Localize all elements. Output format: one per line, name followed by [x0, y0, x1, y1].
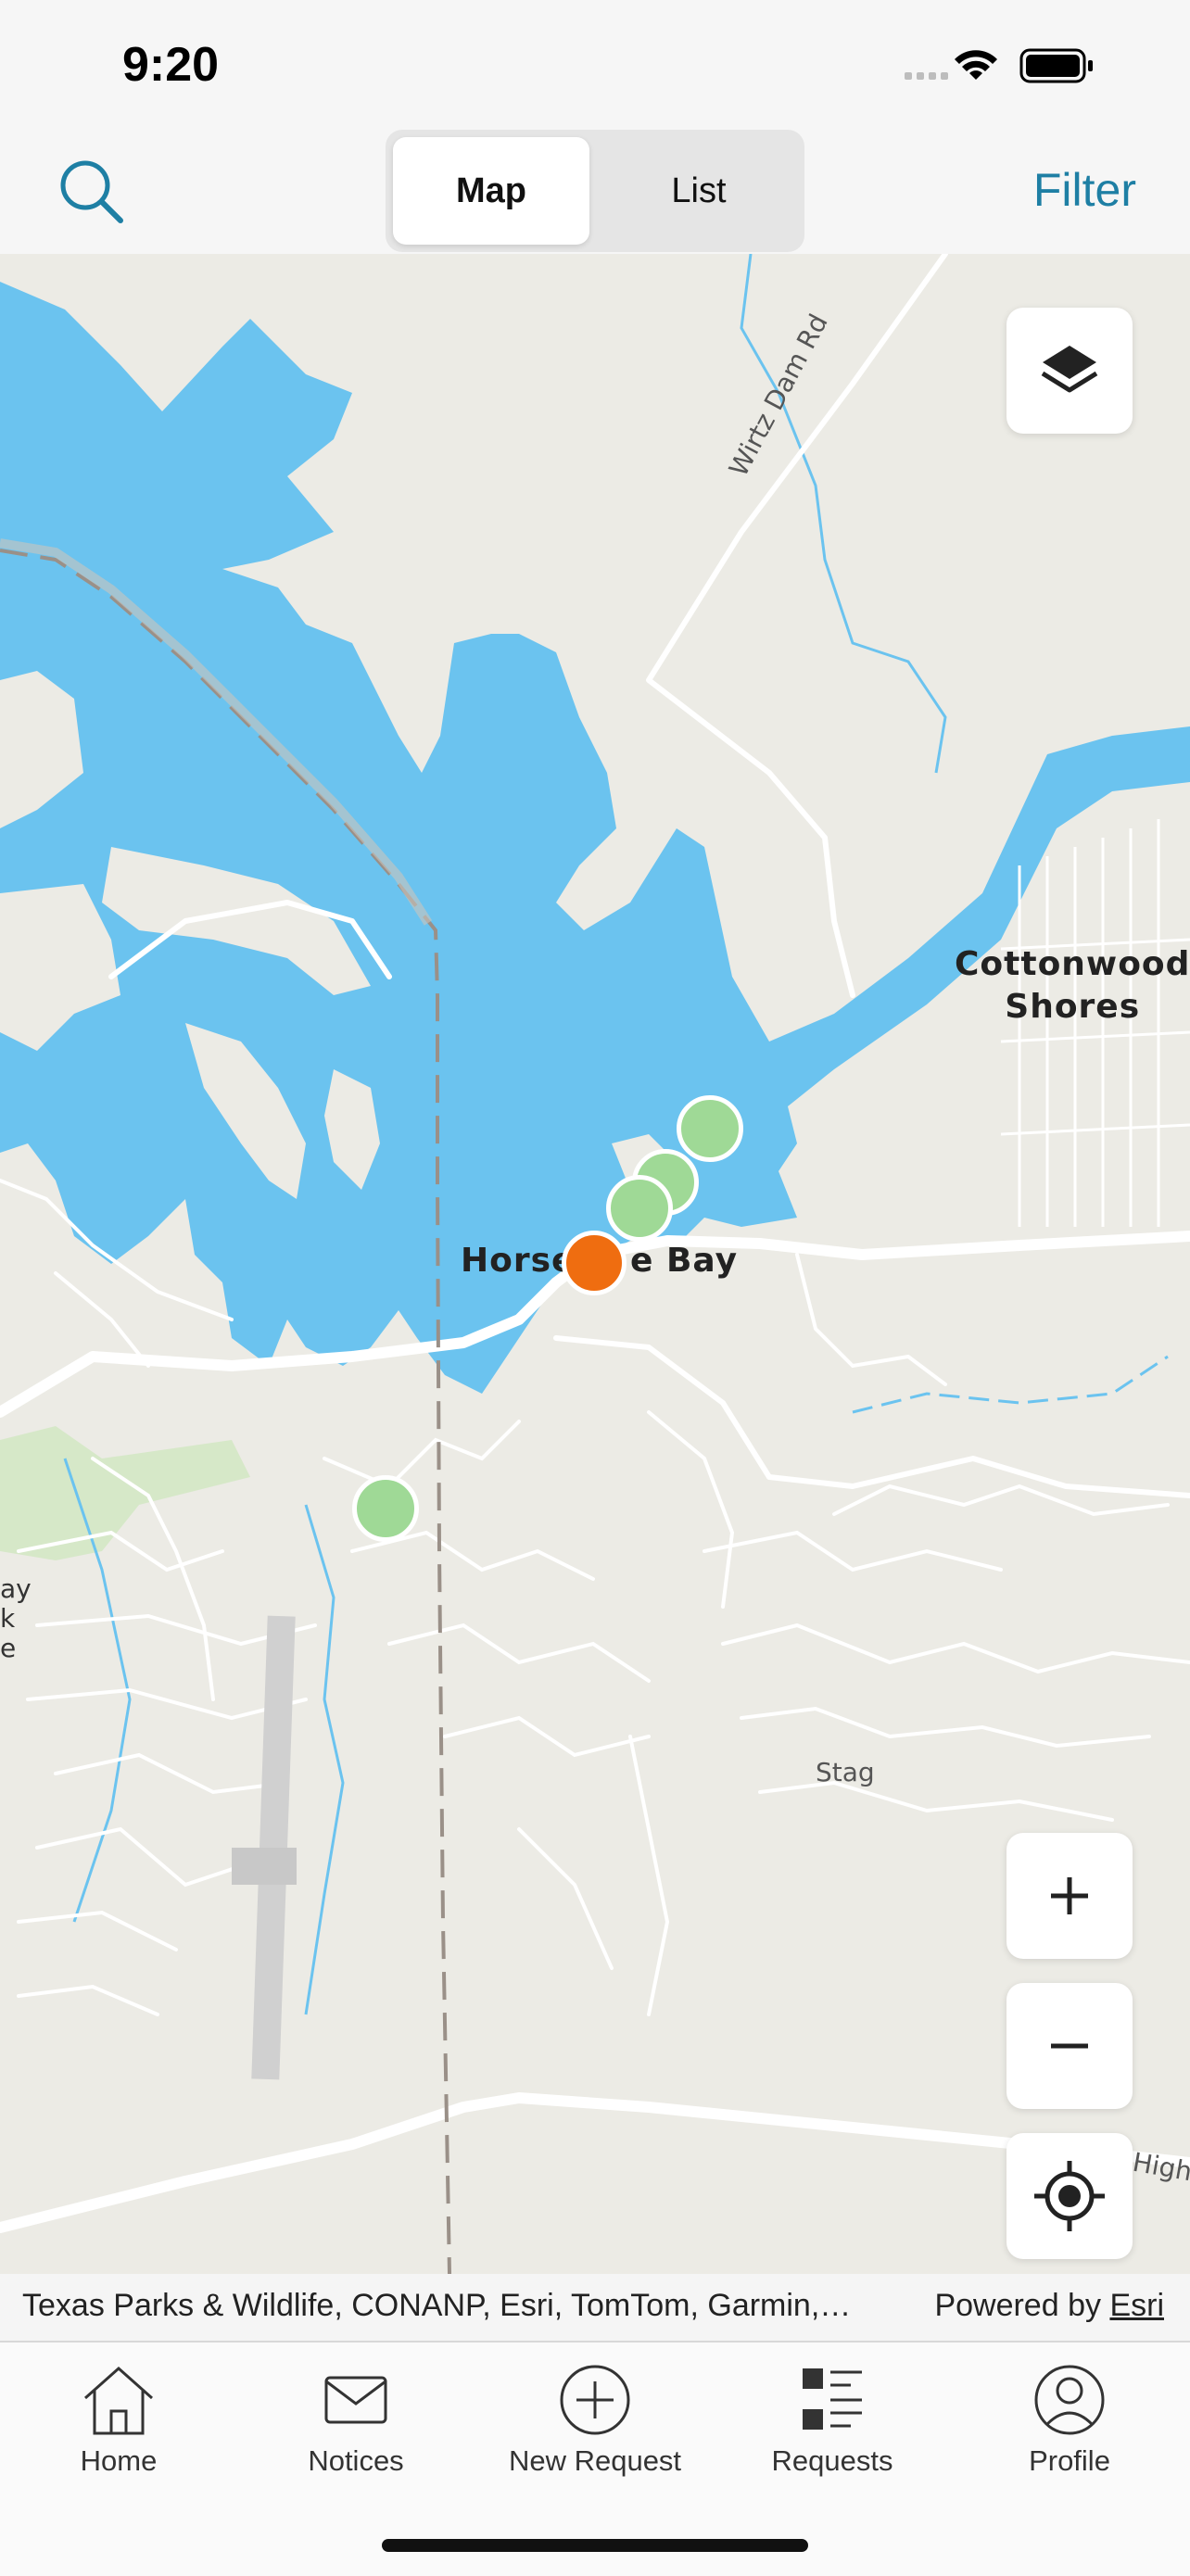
tab-list[interactable]: List [601, 137, 797, 245]
tab-requests[interactable]: Requests [730, 2361, 934, 2478]
status-icons [905, 44, 1118, 91]
edge-label-2: k [0, 1603, 16, 1634]
tab-notices-label: Notices [308, 2444, 404, 2477]
place-label-horseshoe-bay-right: e Bay [630, 1242, 739, 1280]
home-icon [84, 2366, 153, 2435]
battery-icon [1019, 48, 1093, 83]
search-icon[interactable] [57, 158, 126, 226]
request-marker[interactable] [606, 1175, 673, 1242]
tab-map[interactable]: Map [393, 137, 589, 245]
zoom-out-icon [1051, 2043, 1088, 2049]
home-indicator [382, 2539, 808, 2552]
selected-request-marker[interactable] [562, 1231, 627, 1295]
place-label-cottonwood-shores: Cottonwood Shores [955, 945, 1190, 1026]
tab-home[interactable]: Home [17, 2361, 221, 2478]
road-label-stag: Stag [816, 1757, 875, 1787]
top-nav-bar: Map List Filter [0, 130, 1190, 254]
view-segmented-control: Map List [386, 130, 804, 252]
esri-link[interactable]: Esri [1109, 2288, 1164, 2323]
locate-icon [1034, 2161, 1105, 2231]
cellular-signal-icon [905, 72, 948, 80]
tab-notices[interactable]: Notices [254, 2361, 458, 2478]
list-icon [803, 2368, 862, 2430]
bottom-tab-bar: Home Notices New Request Requests Profil… [0, 2341, 1190, 2576]
tab-profile[interactable]: Profile [968, 2361, 1171, 2478]
edge-label-1: ay [0, 1573, 32, 1604]
person-icon [1034, 2365, 1105, 2435]
tab-new-request[interactable]: New Request [493, 2361, 697, 2478]
request-marker[interactable] [352, 1475, 419, 1542]
powered-by-text: Powered by [934, 2288, 1101, 2323]
status-time: 9:20 [122, 38, 220, 92]
map-view[interactable]: Wirtz Dam Rd Cottonwood Shores Horse e B… [0, 254, 1190, 2274]
layers-icon [1041, 346, 1098, 393]
wifi-icon [955, 50, 997, 80]
tab-home-label: Home [80, 2444, 158, 2477]
status-bar: 9:20 [0, 0, 1190, 130]
zoom-in-icon [1051, 1877, 1088, 1914]
place-label-horseshoe-bay-left: Horse [461, 1242, 576, 1280]
locate-button[interactable] [1006, 2133, 1133, 2259]
request-marker[interactable] [677, 1095, 743, 1162]
filter-button[interactable]: Filter [1033, 163, 1136, 217]
edge-label-3: e [0, 1633, 17, 1663]
map-attribution: Texas Parks & Wildlife, CONANP, Esri, To… [0, 2274, 1190, 2341]
attribution-sources[interactable]: Texas Parks & Wildlife, CONANP, Esri, To… [22, 2288, 851, 2324]
zoom-in-button[interactable] [1006, 1833, 1133, 1959]
tab-profile-label: Profile [1029, 2444, 1110, 2477]
powered-by: Powered by Esri [934, 2288, 1164, 2324]
layers-button[interactable] [1006, 308, 1133, 434]
zoom-out-button[interactable] [1006, 1983, 1133, 2109]
tab-requests-label: Requests [771, 2444, 893, 2477]
tab-new-request-label: New Request [508, 2444, 682, 2477]
plus-circle-icon [560, 2365, 630, 2435]
envelope-icon [324, 2376, 387, 2424]
